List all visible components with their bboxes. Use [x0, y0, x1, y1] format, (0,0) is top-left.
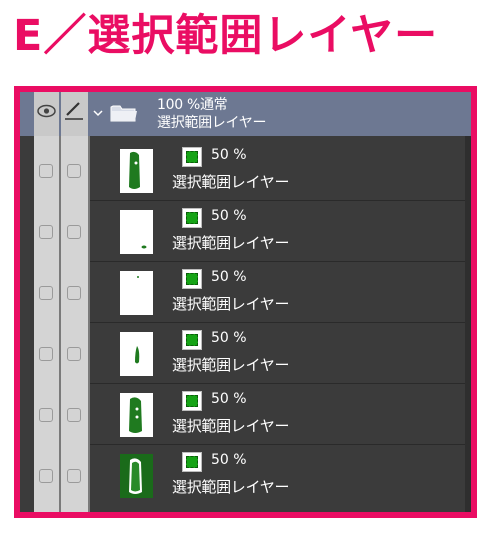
eye-icon [37, 104, 56, 118]
layer-thumbnail [120, 332, 153, 376]
visibility-checkbox[interactable] [39, 347, 53, 361]
folder-icon [110, 105, 137, 122]
layer-thumbnail [120, 454, 153, 498]
lock-checkbox[interactable] [67, 347, 81, 361]
visibility-checkbox[interactable] [39, 164, 53, 178]
lock-checkbox[interactable] [67, 164, 81, 178]
selection-mask-icon [182, 330, 202, 350]
layer-name: 選択範囲レイヤー [172, 478, 290, 496]
selection-mask-icon [182, 269, 202, 289]
layer-opacity: 50 % [211, 330, 247, 346]
layer-name: 選択範囲レイヤー [172, 173, 290, 191]
folder-row[interactable]: 100 %通常 選択範囲レイヤー [20, 92, 471, 136]
folder-opacity-blend: 100 %通常 [157, 97, 228, 113]
visibility-checkbox[interactable] [39, 286, 53, 300]
chevron-down-icon[interactable] [91, 106, 105, 120]
page-title: E／選択範囲レイヤー [13, 6, 493, 66]
layer-opacity: 50 % [211, 391, 247, 407]
title-prefix: E／ [13, 11, 88, 61]
lock-checkbox[interactable] [67, 408, 81, 422]
selection-mask-icon [182, 452, 202, 472]
lock-checkbox[interactable] [67, 469, 81, 483]
layer-row[interactable]: 50 % 選択範囲レイヤー [20, 262, 471, 323]
layer-name: 選択範囲レイヤー [172, 417, 290, 435]
layer-thumbnail [120, 149, 153, 193]
edit-column-header[interactable] [61, 92, 88, 136]
layer-opacity: 50 % [211, 208, 247, 224]
layer-thumbnail [120, 210, 153, 254]
title-text: 選択範囲レイヤー [87, 11, 439, 61]
folder-name: 選択範囲レイヤー [157, 115, 267, 131]
visibility-checkbox[interactable] [39, 408, 53, 422]
pen-icon [65, 102, 83, 120]
layer-name: 選択範囲レイヤー [172, 295, 290, 313]
layer-thumbnail [120, 271, 153, 315]
layer-thumbnail [120, 393, 153, 437]
layer-row[interactable]: 50 % 選択範囲レイヤー [20, 323, 471, 384]
layer-name: 選択範囲レイヤー [172, 356, 290, 374]
layer-row[interactable]: 50 % 選択範囲レイヤー [20, 445, 471, 506]
visibility-column-header[interactable] [34, 92, 59, 136]
layer-panel: 100 %通常 選択範囲レイヤー 50 % 選択範囲レイヤー 50 % 選択範囲… [20, 92, 471, 512]
layer-row[interactable]: 50 % 選択範囲レイヤー [20, 201, 471, 262]
layer-row[interactable]: 50 % 選択範囲レイヤー [20, 384, 471, 445]
selection-mask-icon [182, 147, 202, 167]
visibility-checkbox[interactable] [39, 225, 53, 239]
lock-checkbox[interactable] [67, 286, 81, 300]
visibility-checkbox[interactable] [39, 469, 53, 483]
layer-opacity: 50 % [211, 452, 247, 468]
selection-mask-icon [182, 391, 202, 411]
layer-row[interactable]: 50 % 選択範囲レイヤー [20, 140, 471, 201]
layer-name: 選択範囲レイヤー [172, 234, 290, 252]
layer-opacity: 50 % [211, 269, 247, 285]
selection-mask-icon [182, 208, 202, 228]
layer-opacity: 50 % [211, 147, 247, 163]
lock-checkbox[interactable] [67, 225, 81, 239]
scrollbar[interactable] [465, 136, 471, 512]
layer-panel-frame: 100 %通常 選択範囲レイヤー 50 % 選択範囲レイヤー 50 % 選択範囲… [14, 86, 477, 518]
